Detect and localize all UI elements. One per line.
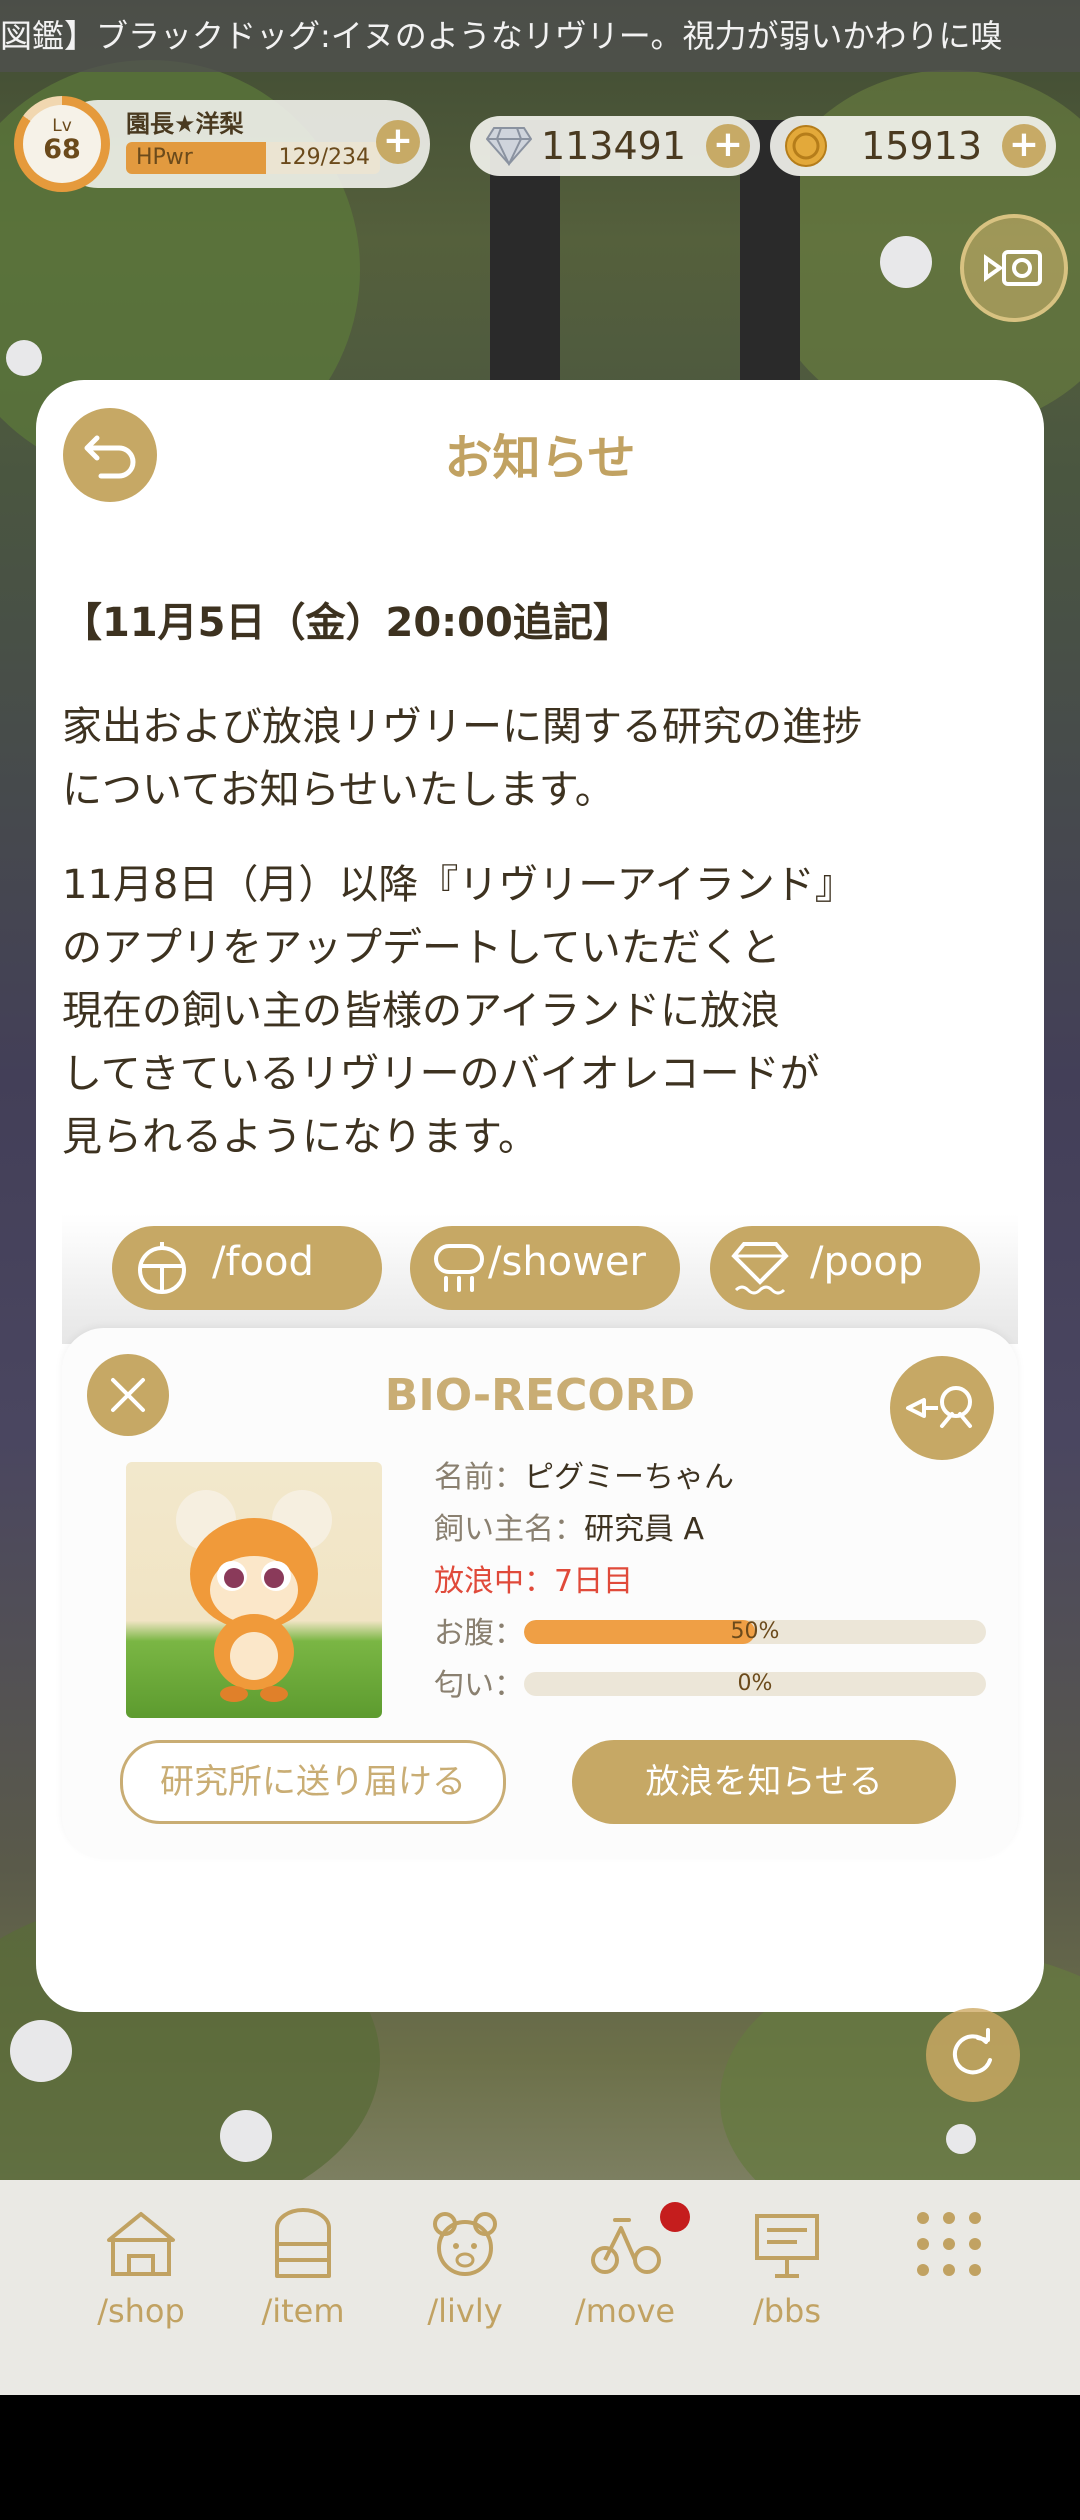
bottom-nav: /shop /item /livly /move /bbs	[0, 2180, 1080, 2395]
gem-counter: 113491 +	[470, 116, 760, 176]
livly-character-icon	[176, 1490, 332, 1702]
coin-add-button[interactable]: +	[1002, 124, 1046, 168]
bio-owner-value: 研究員 A	[584, 1512, 705, 1547]
camera-button[interactable]	[960, 214, 1068, 322]
level-ring: Lv 68	[14, 96, 110, 192]
coin-icon	[785, 125, 827, 167]
nav-shop[interactable]: /shop	[66, 2206, 216, 2356]
bg-sparkle	[880, 236, 932, 288]
notice-line: 11月8日（月）以降『リヴリーアイランド』	[62, 862, 855, 908]
gem-count: 113491	[540, 124, 686, 168]
poop-icon	[731, 1242, 789, 1295]
send-livly-icon	[906, 1386, 972, 1428]
nav-label: /shop	[97, 2292, 185, 2330]
notice-paragraph-2: 11月8日（月）以降『リヴリーアイランド』 のアプリをアップデートしていただくと…	[62, 854, 1002, 1169]
refresh-icon	[952, 2028, 992, 2075]
hp-label: HPwr	[136, 145, 193, 170]
bio-owner-key: 飼い主名：	[434, 1512, 584, 1547]
news-ticker[interactable]: 図鑑】ブラックドッグ:イヌのようなリヴリー。視力が弱いかわりに嗅	[0, 0, 1080, 72]
livly-portrait	[126, 1462, 382, 1718]
bio-share-button[interactable]	[890, 1356, 994, 1460]
notice-line: してきているリヴリーのバイオレコードが	[62, 1051, 820, 1097]
hp-value: 129/234	[278, 145, 370, 170]
care-action-row: /food /shower /poop	[62, 1214, 1018, 1344]
player-name: 園長★洋梨	[126, 110, 244, 138]
nav-label: /move	[574, 2292, 676, 2330]
bg-sparkle	[6, 340, 42, 376]
bio-record-card: BIO-RECORD 名前：ピグミーちゃん 飼い主名：研究員 A 放浪中：7日目…	[62, 1328, 1018, 1858]
bg-sparkle	[220, 2110, 272, 2162]
food-icon	[138, 1242, 186, 1294]
nav-item[interactable]: /item	[228, 2206, 378, 2356]
nav-label: /bbs	[752, 2292, 822, 2330]
bio-smell-key: 匂い：	[434, 1668, 524, 1703]
notice-line: のアプリをアップデートしていただくと	[62, 925, 781, 971]
send-to-lab-button[interactable]: 研究所に送り届ける	[120, 1740, 506, 1824]
level-number: 68	[43, 134, 81, 165]
app-screen: 図鑑】ブラックドッグ:イヌのようなリヴリー。視力が弱いかわりに嗅 Lv 68 園…	[0, 0, 1080, 2395]
hunger-percent: 50%	[730, 1620, 780, 1644]
camera-icon	[984, 250, 1042, 286]
bio-owner-row: 飼い主名：研究員 A	[434, 1504, 704, 1548]
refresh-button[interactable]	[926, 2008, 1020, 2102]
notice-paragraph-1: 家出および放浪リヴリーに関する研究の進捗 についてお知らせいたします。	[62, 696, 1002, 822]
nav-more[interactable]	[874, 2206, 1024, 2356]
food-button[interactable]: /food	[112, 1226, 382, 1310]
modal-title: お知らせ	[444, 430, 636, 486]
level-label: Lv	[52, 116, 72, 136]
bio-name-key: 名前：	[434, 1460, 524, 1495]
smell-meter: 0%	[524, 1672, 986, 1696]
poop-label: /poop	[810, 1239, 924, 1285]
nav-label: /livly	[427, 2292, 503, 2330]
bear-face-icon	[433, 2212, 497, 2276]
bio-smell-row: 匂い：	[434, 1660, 524, 1704]
bg-sparkle	[946, 2124, 976, 2154]
shower-label: /shower	[488, 1239, 646, 1285]
shower-icon	[434, 1244, 484, 1292]
nav-livly[interactable]: /livly	[390, 2206, 540, 2356]
hp-add-button[interactable]: +	[376, 120, 420, 164]
bio-record-title: BIO-RECORD	[384, 1370, 696, 1421]
shower-button[interactable]: /shower	[410, 1226, 680, 1310]
signboard-icon	[755, 2214, 819, 2278]
hp-bar: HPwr 129/234	[126, 142, 380, 174]
nav-bbs[interactable]: /bbs	[712, 2206, 862, 2356]
tent-icon	[107, 2212, 175, 2276]
bio-name-row: 名前：ピグミーちゃん	[434, 1452, 734, 1496]
bio-hunger-key: お腹：	[434, 1616, 524, 1651]
notice-line: 現在の飼い主の皆様のアイランドに放浪	[62, 988, 780, 1034]
coin-count: 15913	[861, 124, 982, 168]
gem-add-button[interactable]: +	[706, 124, 750, 168]
grid-dots-icon	[917, 2212, 981, 2276]
ticker-text: 図鑑】ブラックドッグ:イヌのようなリヴリー。視力が弱いかわりに嗅	[0, 17, 1003, 55]
notice-line: 家出および放浪リヴリーに関する研究の進捗	[62, 704, 862, 750]
bg-sparkle	[10, 2020, 72, 2082]
bio-hunger-row: お腹：	[434, 1608, 524, 1652]
bio-name-value: ピグミーちゃん	[524, 1460, 734, 1495]
notice-modal: お知らせ 【11月5日（金）20:00追記】 家出および放浪リヴリーに関する研究…	[36, 380, 1044, 2012]
player-status[interactable]: Lv 68 園長★洋梨 HPwr 129/234 +	[14, 96, 430, 192]
food-label: /food	[212, 1239, 314, 1285]
bio-status-text: 放浪中：7日目	[434, 1564, 634, 1599]
notify-wandering-button[interactable]: 放浪を知らせる	[572, 1740, 956, 1824]
poop-button[interactable]: /poop	[710, 1226, 980, 1310]
notice-line: 見られるようになります。	[62, 1114, 538, 1160]
cabinet-icon	[275, 2208, 331, 2278]
coin-counter: 15913 +	[770, 116, 1056, 176]
smell-percent: 0%	[737, 1672, 773, 1696]
notice-line: についてお知らせいたします。	[62, 767, 615, 813]
notice-heading: 【11月5日（金）20:00追記】	[62, 600, 633, 646]
diamond-icon	[486, 127, 532, 166]
level-badge: Lv 68	[23, 105, 101, 183]
bicycle-icon	[591, 2218, 661, 2274]
hunger-meter: 50%	[524, 1620, 986, 1644]
notification-badge	[660, 2202, 690, 2232]
nav-label: /item	[261, 2292, 345, 2330]
